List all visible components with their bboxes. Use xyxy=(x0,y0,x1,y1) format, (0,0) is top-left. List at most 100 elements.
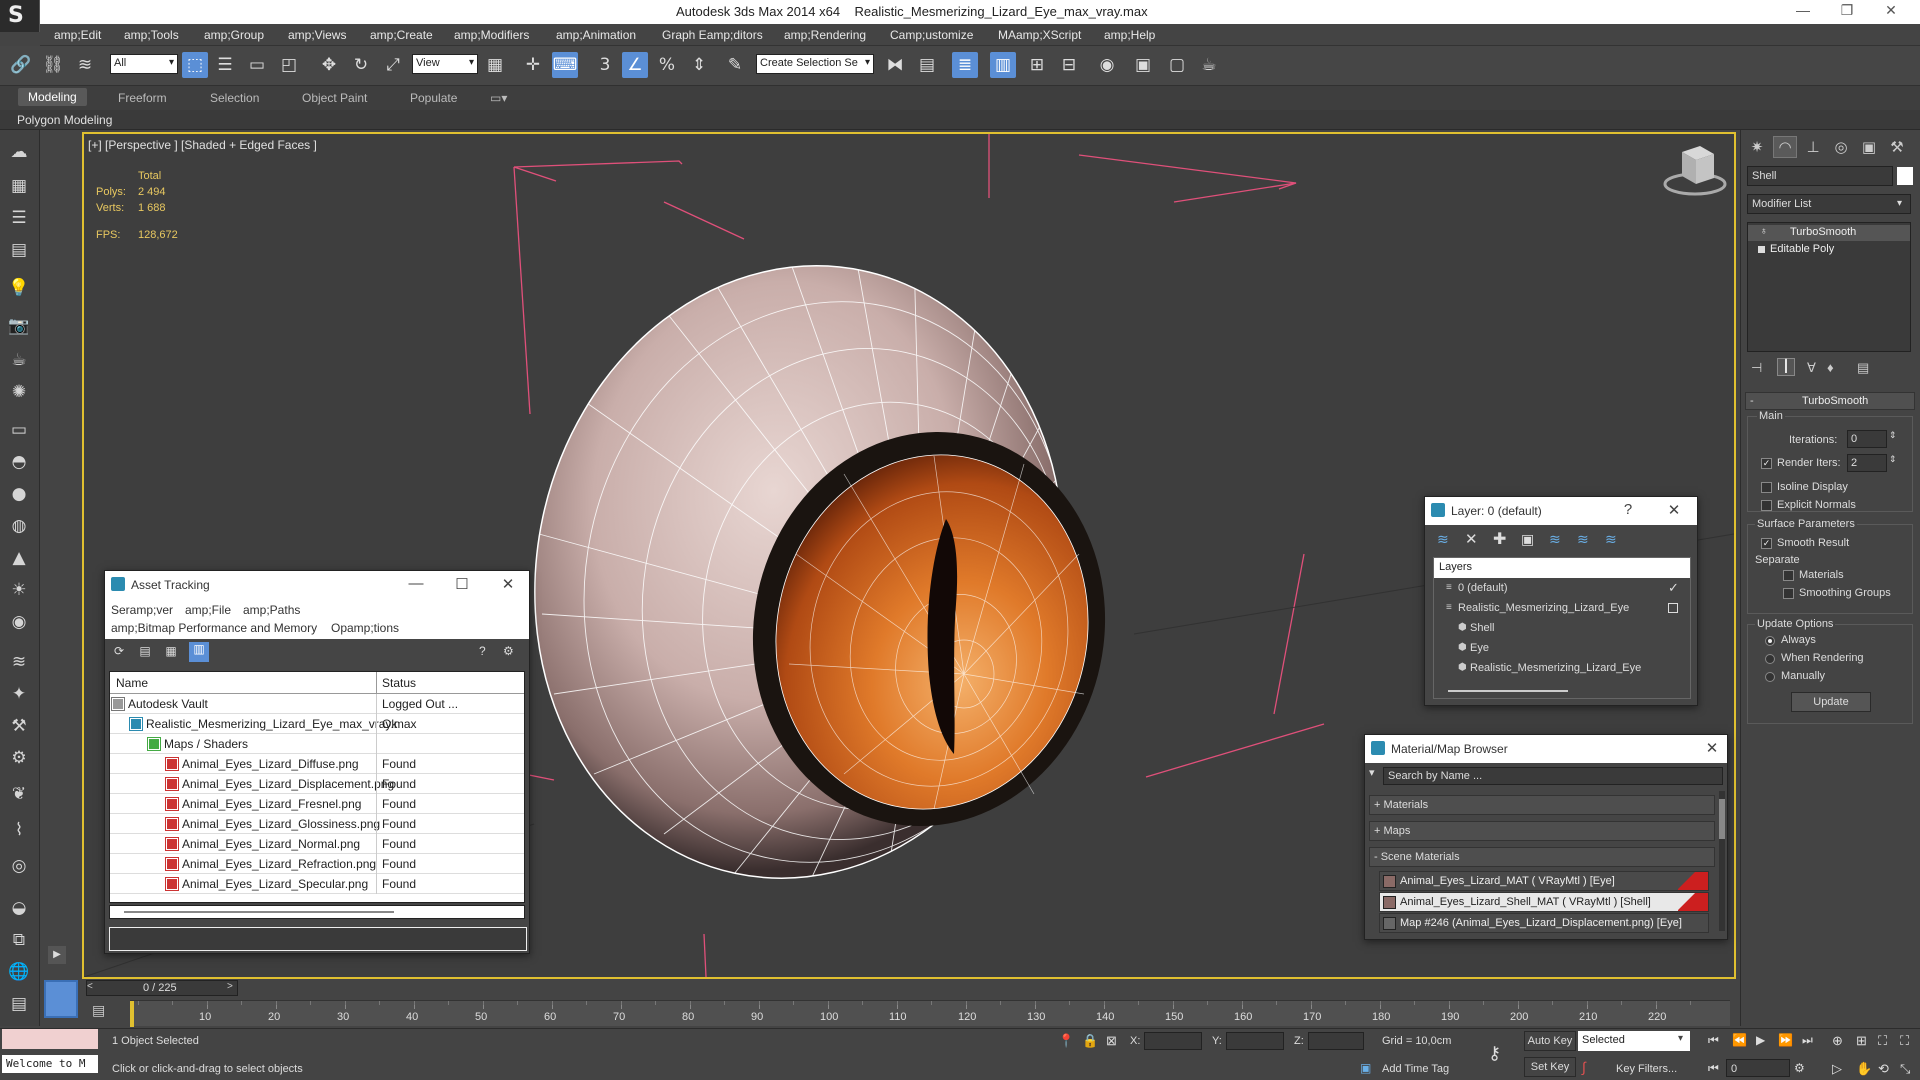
spinner-arrows-icon[interactable]: ⇕ xyxy=(1889,430,1897,441)
add-time-tag-button[interactable]: Add Time Tag xyxy=(1382,1063,1449,1075)
table-row[interactable]: Animal_Eyes_Lizard_Glossiness.png Found xyxy=(110,814,524,834)
menu-help[interactable]: amp;Help xyxy=(1104,28,1155,42)
remove-modifier-icon[interactable]: ♦ xyxy=(1827,360,1834,375)
help-icon[interactable]: ? xyxy=(479,644,495,660)
move-icon[interactable]: ✥ xyxy=(316,52,342,78)
configure-sets-icon[interactable]: ▤ xyxy=(1857,360,1869,376)
layer-window-titlebar[interactable]: Layer: 0 (default) ? ✕ xyxy=(1425,497,1697,525)
table-row[interactable]: Maps / Shaders xyxy=(110,734,524,754)
keyboard-shortcut-icon[interactable]: ⌨ xyxy=(552,52,578,78)
scale-icon[interactable]: ⤢ xyxy=(380,52,406,78)
path-field[interactable] xyxy=(109,927,527,951)
hide-all-icon[interactable]: ≋ xyxy=(1577,531,1589,548)
update-always-radio[interactable] xyxy=(1765,636,1775,646)
utilities-tab-icon[interactable]: ⚒ xyxy=(1885,136,1909,158)
play-icon[interactable]: ▶ xyxy=(1756,1033,1765,1047)
window-crossing-icon[interactable]: ◰ xyxy=(276,52,302,78)
new-layer-icon[interactable]: ≋ xyxy=(1437,531,1449,548)
layer-row[interactable]: ≡ 0 (default) ✓ xyxy=(1434,580,1690,598)
lock-selection-icon[interactable]: 🔒 xyxy=(1082,1033,1098,1049)
snaps-toggle-icon[interactable]: 3 xyxy=(592,52,618,78)
plane-icon[interactable]: ▭ xyxy=(6,418,32,442)
turbosmooth-rollout-header[interactable]: - TurboSmooth xyxy=(1745,392,1915,410)
prev-key-icon[interactable]: ⏪ xyxy=(1732,1033,1747,1047)
layer-list[interactable]: Layers ≡ 0 (default) ✓ ≡ Realistic_Mesmerizi… xyxy=(1433,557,1691,699)
sphere-icon[interactable]: ● xyxy=(6,482,32,506)
current-frame-field[interactable]: 0 xyxy=(1726,1059,1790,1077)
x-coordinate-field[interactable] xyxy=(1144,1032,1202,1050)
rendered-frame-icon[interactable]: ▢ xyxy=(1164,52,1190,78)
geosphere-icon[interactable]: ◍ xyxy=(6,514,32,538)
orbit-icon[interactable]: ⟲ xyxy=(1878,1061,1889,1077)
explicit-normals-checkbox[interactable] xyxy=(1761,500,1772,511)
minimize-icon[interactable]: — xyxy=(405,575,427,592)
chevron-down-icon[interactable]: ▾ xyxy=(1897,194,1911,214)
stack-item-editable-poly[interactable]: Editable Poly xyxy=(1748,242,1910,258)
absolute-mode-icon[interactable]: ⊠ xyxy=(1106,1033,1117,1049)
group-maps[interactable]: + Maps xyxy=(1369,821,1715,841)
menu-modifiers[interactable]: amp;Modifiers xyxy=(454,28,529,42)
active-layer-check-icon[interactable]: ✓ xyxy=(1668,580,1679,596)
next-key-icon[interactable]: ⏩ xyxy=(1778,1033,1793,1047)
col-status-header[interactable]: Status xyxy=(382,676,416,690)
tab-freeform[interactable]: Freeform xyxy=(118,91,167,105)
disk-icon[interactable]: ◉ xyxy=(6,610,32,634)
menu-customize[interactable]: Camp;ustomize xyxy=(890,28,973,42)
bind-spacewarp-icon[interactable]: ≋ xyxy=(72,52,98,78)
prev-frame-icon[interactable]: < xyxy=(87,981,93,992)
table-row[interactable]: Autodesk Vault Logged Out ... xyxy=(110,694,524,714)
material-item[interactable]: Animal_Eyes_Lizard_Shell_MAT ( VRayMtl )… xyxy=(1379,892,1709,912)
tab-modeling[interactable]: Modeling xyxy=(18,88,87,106)
menu-animation[interactable]: amp;Animation xyxy=(556,28,636,42)
reference-coordinate-dropdown[interactable]: View xyxy=(412,54,478,74)
menu-paths[interactable]: amp;Paths xyxy=(243,603,300,617)
expand-toolbar-icon[interactable]: ▶ xyxy=(48,946,66,964)
layer-scrollbar[interactable] xyxy=(1448,690,1568,692)
select-manipulate-icon[interactable]: ✛ xyxy=(520,52,546,78)
show-end-result-icon[interactable]: ┃ xyxy=(1777,358,1795,376)
time-tag-icon[interactable]: ▣ xyxy=(1360,1061,1371,1075)
list-icon[interactable]: ☰ xyxy=(6,206,32,230)
expand-icon[interactable] xyxy=(1758,246,1765,253)
minimize-icon[interactable]: — xyxy=(1790,2,1816,18)
table-icon[interactable]: ▤ xyxy=(6,238,32,262)
maxscript-output[interactable]: Welcome to M xyxy=(2,1055,98,1073)
lightbulb-icon[interactable]: ♁ xyxy=(1760,226,1768,237)
render-iters-spinner[interactable]: 2 xyxy=(1847,454,1887,472)
align-icon[interactable]: ▤ xyxy=(914,52,940,78)
chevron-down-icon[interactable]: ▾ xyxy=(1678,1033,1683,1044)
polygon-modeling-label[interactable]: Polygon Modeling xyxy=(17,113,112,127)
table-row[interactable]: Realistic_Mesmerizing_Lizard_Eye_max_vra… xyxy=(110,714,524,734)
menu-edit[interactable]: amp;Edit xyxy=(54,28,101,42)
layer-row[interactable]: ⬢ Eye xyxy=(1434,640,1690,658)
settings-icon[interactable]: ⚙ xyxy=(503,644,519,660)
key-mode-toggle-icon[interactable]: ⏮ xyxy=(1708,1061,1719,1076)
plant-icon[interactable]: ❦ xyxy=(6,782,32,806)
menu-options[interactable]: Opamp;tions xyxy=(331,621,399,635)
select-layer-icon[interactable]: ▣ xyxy=(1521,531,1534,548)
field-of-view-icon[interactable]: ▷ xyxy=(1832,1061,1842,1077)
set-key-button[interactable]: Set Key xyxy=(1524,1057,1576,1077)
update-when-rendering-radio[interactable] xyxy=(1765,654,1775,664)
key-icon[interactable]: ⚷ xyxy=(1488,1043,1501,1064)
material-sphere-icon[interactable]: ◒ xyxy=(6,896,32,920)
asset-table[interactable]: Name Status Autodesk Vault Logged Out ...… xyxy=(109,671,525,903)
tab-selection[interactable]: Selection xyxy=(210,91,259,105)
material-browser-window[interactable]: Material/Map Browser ✕ ▾ Search by Name … xyxy=(1364,734,1728,940)
curve-editor-icon[interactable]: ⊞ xyxy=(1024,52,1050,78)
col-name-header[interactable]: Name xyxy=(116,676,148,690)
zoom-extents-all-icon[interactable]: ⛶ xyxy=(1900,1033,1909,1049)
teapot-icon[interactable]: ☕ xyxy=(6,348,32,372)
tab-object-paint[interactable]: Object Paint xyxy=(302,91,367,105)
world-icon[interactable]: 🌐 xyxy=(6,960,32,984)
group-materials[interactable]: + Materials xyxy=(1369,795,1715,815)
mirror-icon[interactable]: ⧓ xyxy=(882,52,908,78)
material-item[interactable]: Map #246 (Animal_Eyes_Lizard_Displacemen… xyxy=(1379,913,1709,933)
spinner-snap-icon[interactable]: ⇕ xyxy=(686,52,712,78)
app-logo[interactable]: S xyxy=(0,0,40,32)
separate-smoothing-groups-checkbox[interactable] xyxy=(1783,588,1794,599)
goto-end-icon[interactable]: ⏭ xyxy=(1802,1033,1813,1048)
table-row[interactable]: Animal_Eyes_Lizard_Normal.png Found xyxy=(110,834,524,854)
maxscript-listener[interactable] xyxy=(2,1029,98,1049)
spinner-arrows-icon[interactable]: ⇕ xyxy=(1889,454,1897,465)
